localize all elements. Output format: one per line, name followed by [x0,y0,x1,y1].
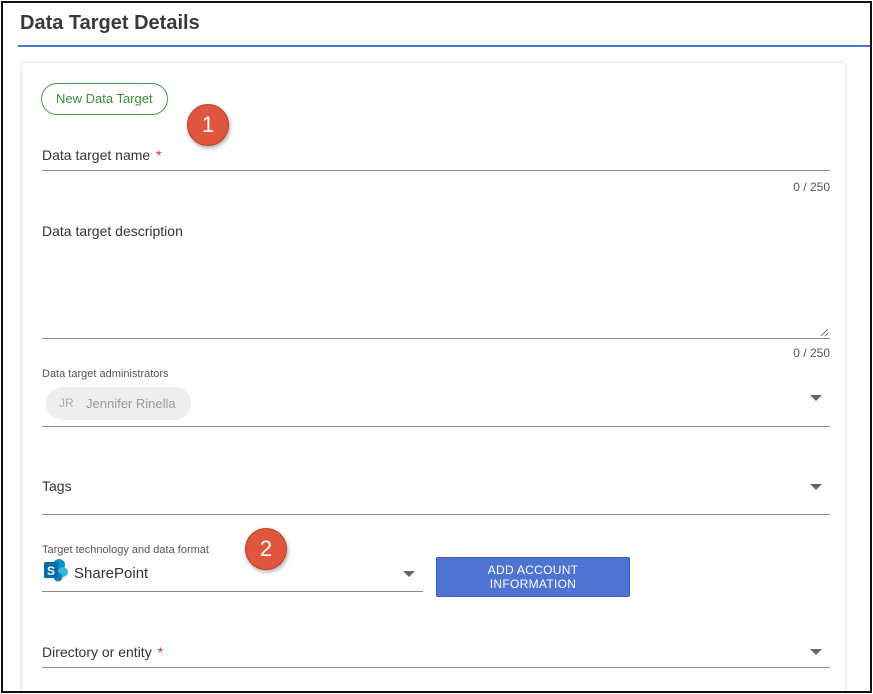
page-title: Data Target Details [20,12,200,34]
description-char-counter: 0 / 250 [793,346,830,360]
tags-dropdown-icon[interactable] [810,484,822,490]
window-frame: Data Target Details New Data Target 1 Da… [1,1,872,693]
svg-text:S: S [47,564,55,578]
required-mark: * [157,644,164,660]
technology-dropdown-icon[interactable] [403,571,415,577]
description-field-label: Data target description [42,223,183,239]
directory-dropdown-icon[interactable] [810,649,822,655]
directory-label-text: Directory or entity [42,644,152,660]
administrator-chip[interactable]: JR Jennifer Rinella [46,387,191,420]
name-field-label-text: Data target name [42,147,151,163]
administrators-dropdown-icon[interactable] [810,395,822,401]
tags-label: Tags [42,478,72,494]
sharepoint-icon: S [44,559,68,582]
name-char-counter: 0 / 250 [793,180,830,194]
chip-initials: JR [59,396,74,410]
technology-select[interactable] [42,591,423,592]
directory-label: Directory or entity * [42,644,163,660]
callout-1: 1 [187,104,229,146]
directory-select[interactable] [42,667,830,668]
callout-2: 2 [245,528,287,570]
page-header: Data Target Details [18,3,870,47]
technology-label: Target technology and data format [42,544,209,556]
tags-select[interactable] [42,514,830,515]
required-mark: * [156,147,162,163]
resize-handle-icon[interactable] [819,327,829,337]
new-data-target-button[interactable]: New Data Target [41,83,168,115]
form-card: New Data Target 1 Data target name * 0 /… [22,63,845,691]
technology-value: SharePoint [74,565,149,582]
administrators-label: Data target administrators [42,368,169,380]
description-textarea[interactable] [42,338,830,339]
name-field-label: Data target name * [42,147,162,163]
add-account-information-button[interactable]: ADD ACCOUNT INFORMATION [436,557,630,597]
administrators-select[interactable] [42,426,830,427]
name-input[interactable] [42,170,830,171]
chip-name: Jennifer Rinella [86,396,176,411]
